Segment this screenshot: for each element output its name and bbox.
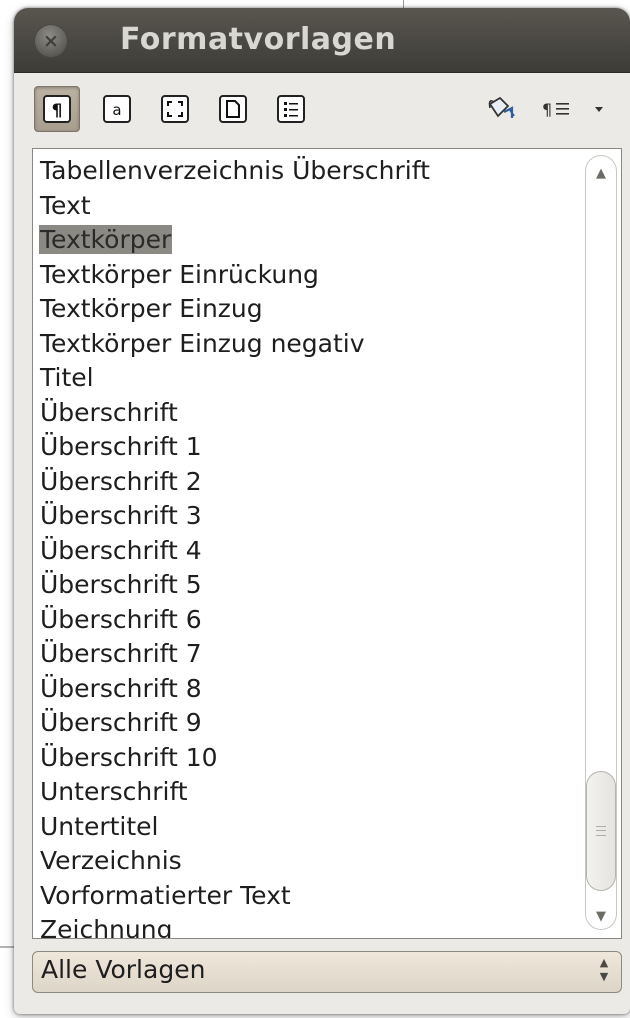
list-item[interactable]: Verzeichnis [33, 844, 579, 879]
list-item[interactable]: Überschrift 2 [33, 465, 579, 500]
style-filter-value: Alle Vorlagen [41, 955, 206, 984]
styles-toolbar: ¶ a ¶ [14, 72, 630, 152]
list-item[interactable]: Textkörper Einrückung [33, 258, 579, 293]
vertical-scrollbar[interactable]: ▲ ▼ [585, 155, 617, 930]
frame-styles-button[interactable] [152, 86, 198, 132]
svg-text:¶: ¶ [52, 101, 63, 121]
list-item[interactable]: Zeichnung [33, 913, 579, 938]
list-item[interactable]: Überschrift 6 [33, 603, 579, 638]
list-item[interactable]: Überschrift 3 [33, 499, 579, 534]
list-styles-button[interactable] [268, 86, 314, 132]
list-item-selected[interactable]: Textkörper [33, 223, 579, 258]
list-item[interactable]: Unterschrift [33, 775, 579, 810]
list-item[interactable]: Titel [33, 361, 579, 396]
new-style-from-selection-button[interactable]: ¶ [534, 86, 580, 132]
paragraph-styles-icon: ¶ [43, 95, 71, 123]
list-item[interactable]: Überschrift 1 [33, 430, 579, 465]
svg-text:a: a [112, 101, 121, 119]
list-item[interactable]: Untertitel [33, 810, 579, 845]
styles-list: Tabellenverzeichnis Überschrift Text Tex… [33, 154, 579, 938]
svg-text:¶: ¶ [542, 100, 552, 119]
list-item[interactable]: Vorformatierter Text [33, 879, 579, 914]
page-styles-icon [219, 95, 247, 123]
scroll-down-arrow-icon[interactable]: ▼ [588, 904, 614, 930]
page-styles-button[interactable] [210, 86, 256, 132]
character-styles-button[interactable]: a [94, 86, 140, 132]
scroll-up-arrow-icon[interactable]: ▲ [588, 161, 614, 187]
list-item[interactable]: Überschrift 5 [33, 568, 579, 603]
dropdown-arrow-icon [595, 107, 603, 112]
list-item[interactable]: Überschrift 10 [33, 741, 579, 776]
frame-styles-icon [161, 95, 189, 123]
new-style-from-selection-icon: ¶ [542, 100, 569, 119]
list-item[interactable]: Überschrift 8 [33, 672, 579, 707]
close-button[interactable]: × [34, 24, 68, 58]
grip-icon [596, 826, 606, 836]
scrollbar-thumb[interactable] [586, 771, 616, 891]
list-styles-icon [277, 95, 305, 123]
toolbar-menu-button[interactable] [582, 86, 616, 132]
fill-format-mode-icon [488, 96, 515, 118]
window-title: Formatvorlagen [120, 22, 397, 57]
character-styles-icon: a [103, 95, 131, 123]
list-item[interactable]: Textkörper Einzug negativ [33, 327, 579, 362]
title-bar[interactable]: × Formatvorlagen [14, 8, 630, 73]
list-item[interactable]: Überschrift 4 [33, 534, 579, 569]
fill-format-mode-button[interactable] [478, 86, 524, 132]
list-item[interactable]: Tabellenverzeichnis Überschrift [33, 154, 579, 189]
list-item[interactable]: Text [33, 189, 579, 224]
style-filter-combobox[interactable]: Alle Vorlagen ▲ ▼ [32, 951, 622, 993]
list-item[interactable]: Überschrift 9 [33, 706, 579, 741]
list-item[interactable]: Überschrift [33, 396, 579, 431]
combo-updown-icon: ▲ ▼ [599, 956, 609, 983]
list-item[interactable]: Textkörper Einzug [33, 292, 579, 327]
styles-listbox[interactable]: Tabellenverzeichnis Überschrift Text Tex… [32, 148, 622, 939]
paragraph-styles-button[interactable]: ¶ [34, 86, 80, 132]
list-item[interactable]: Überschrift 7 [33, 637, 579, 672]
close-icon: × [43, 30, 59, 52]
styles-and-formatting-window: × Formatvorlagen ¶ a ¶ Tabellenverzeichn… [14, 8, 630, 1014]
